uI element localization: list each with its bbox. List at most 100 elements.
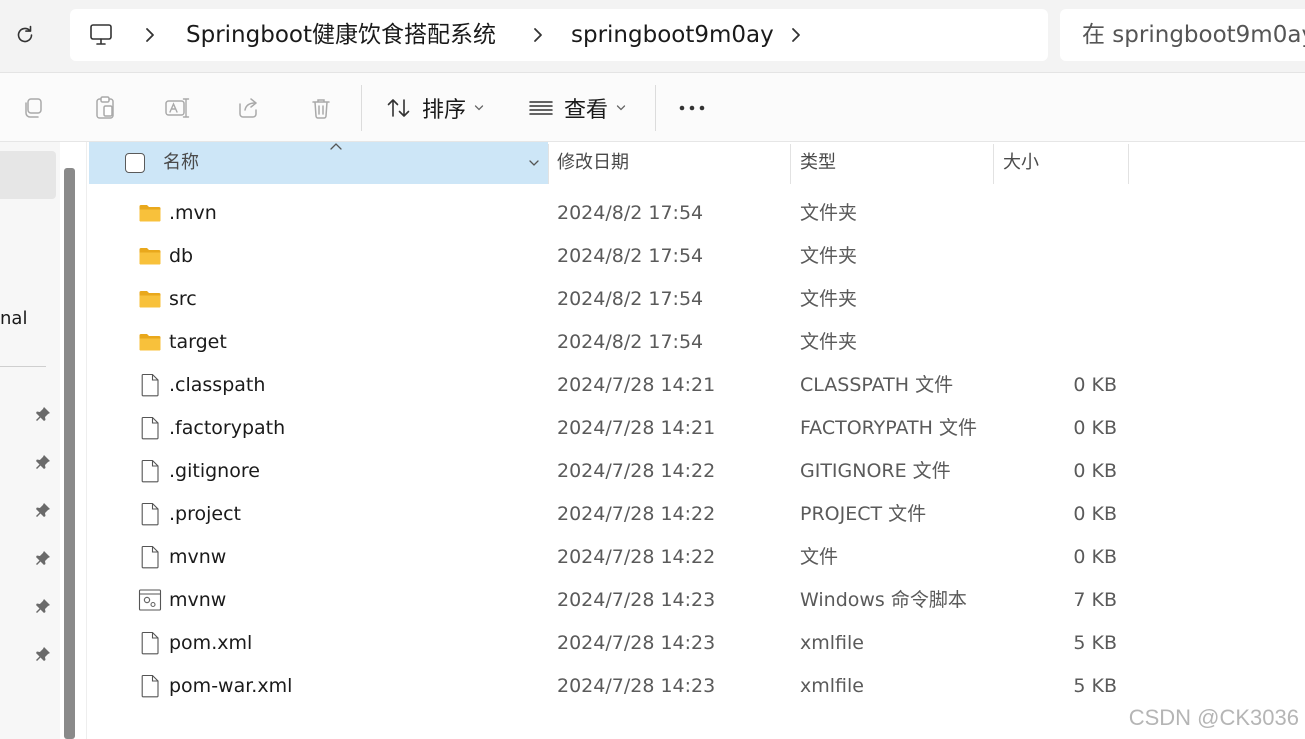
share-icon [239,98,257,118]
navigation-scrollbar[interactable] [64,168,75,739]
toolbar-divider [361,85,362,131]
list-item[interactable]: src 2024/8/2 17:54 文件夹 [87,277,1305,320]
toolbar-divider [655,85,656,131]
pin-icon[interactable] [34,597,52,615]
folder-icon [138,287,162,311]
refresh-button[interactable] [8,18,42,52]
rename-button[interactable] [160,91,194,125]
paste-button[interactable] [88,91,122,125]
select-all-checkbox[interactable] [125,153,145,173]
list-item[interactable]: mvnw 2024/7/28 14:23 Windows 命令脚本 7 KB [87,578,1305,621]
file-modified-date: 2024/7/28 14:23 [557,632,716,654]
share-button[interactable] [232,91,266,125]
list-item[interactable]: .factorypath 2024/7/28 14:21 FACTORYPATH 文… [87,406,1305,449]
list-item[interactable]: .gitignore 2024/7/28 14:22 GITIGNORE 文件 0 K… [87,449,1305,492]
file-modified-date: 2024/8/2 17:54 [557,288,704,310]
file-size: 5 KB [1073,675,1117,697]
search-input[interactable]: 在 springboot9m0ay 中搜索 [1060,9,1305,61]
file-type: 文件夹 [800,245,858,267]
this-pc-button[interactable] [86,21,116,49]
pin-icon[interactable] [34,405,52,423]
pin-icon[interactable] [34,645,52,663]
file-list: 名称 修改日期 类型 大小 .mvn 2024/8/2 17:54 文件夹 db 202… [86,142,1305,739]
column-divider[interactable] [548,144,549,184]
navigation-pane: nal [0,142,60,739]
list-item[interactable]: .project 2024/7/28 14:22 PROJECT 文件 0 KB [87,492,1305,535]
file-name: pom-war.xml [169,675,293,697]
file-modified-date: 2024/7/28 14:22 [557,460,716,482]
file-type: CLASSPATH 文件 [800,374,954,396]
file-modified-date: 2024/7/28 14:21 [557,417,716,439]
file-name: target [169,331,227,353]
column-divider[interactable] [993,144,994,184]
more-options-button[interactable] [675,91,709,125]
list-item[interactable]: pom-war.xml 2024/7/28 14:23 xmlfile 5 KB [87,664,1305,707]
file-type: 文件夹 [800,331,858,353]
sort-label: 排序 [422,98,467,123]
delete-button[interactable] [304,91,338,125]
column-name-label: 名称 [163,152,199,173]
command-toolbar: 排序 查看 [0,72,1305,142]
breadcrumb-item-folder[interactable]: springboot9m0ay [571,20,774,50]
file-name: src [169,288,197,310]
column-divider[interactable] [1128,144,1129,184]
list-item[interactable]: target 2024/8/2 17:54 文件夹 [87,320,1305,363]
file-name: .project [169,503,241,525]
breadcrumb-item-project[interactable]: Springboot健康饮食搭配系统 [186,20,496,50]
column-header-type[interactable]: 类型 [800,151,836,175]
file-explorer-window: Springboot健康饮食搭配系统 springboot9m0ay 在 spr… [0,0,1305,739]
refresh-icon [17,25,33,43]
file-type: 文件夹 [800,288,858,310]
file-size: 0 KB [1073,417,1117,439]
nav-item-label[interactable]: nal [0,308,27,329]
file-name: db [169,245,194,267]
file-modified-date: 2024/7/28 14:23 [557,589,716,611]
script-icon [138,588,162,612]
file-type: 文件 [800,546,839,568]
file-type: xmlfile [800,632,864,654]
file-modified-date: 2024/7/28 14:22 [557,503,716,525]
file-icon [138,416,162,440]
file-icon [138,459,162,483]
folder-icon [138,201,162,225]
sort-button[interactable]: 排序 [386,89,484,127]
file-size: 0 KB [1073,503,1117,525]
nav-divider [0,366,46,367]
watermark: CSDN @CK3036 [1128,705,1299,730]
breadcrumb-separator-icon[interactable] [140,25,160,45]
file-name: .mvn [169,202,217,224]
list-item[interactable]: .classpath 2024/7/28 14:21 CLASSPATH 文件 0 K… [87,363,1305,406]
file-type: GITIGNORE 文件 [800,460,951,482]
column-divider[interactable] [790,144,791,184]
list-item[interactable]: .mvn 2024/8/2 17:54 文件夹 [87,191,1305,234]
breadcrumb[interactable]: Springboot健康饮食搭配系统 springboot9m0ay [70,9,1048,61]
column-header-name[interactable] [89,142,548,184]
breadcrumb-expand-icon[interactable] [786,25,806,45]
file-name: mvnw [169,546,227,568]
column-header-date[interactable]: 修改日期 [557,151,629,175]
trash-icon [312,99,330,119]
column-header-row: 名称 修改日期 类型 大小 [87,142,1305,184]
file-modified-date: 2024/7/28 14:23 [557,675,716,697]
breadcrumb-separator-icon[interactable] [528,25,548,45]
pin-icon[interactable] [34,501,52,519]
chevron-down-icon[interactable] [527,156,541,170]
file-modified-date: 2024/8/2 17:54 [557,331,704,353]
copy-button[interactable] [16,91,50,125]
nav-item-selected[interactable] [0,151,56,199]
list-item[interactable]: pom.xml 2024/7/28 14:23 xmlfile 5 KB [87,621,1305,664]
more-icon [679,105,705,111]
list-item[interactable]: mvnw 2024/7/28 14:22 文件 0 KB [87,535,1305,578]
pin-icon[interactable] [34,453,52,471]
column-header-size[interactable]: 大小 [1003,151,1039,175]
list-item[interactable]: db 2024/8/2 17:54 文件夹 [87,234,1305,277]
view-button[interactable]: 查看 [528,89,626,127]
file-type: 文件夹 [800,202,858,224]
file-size: 0 KB [1073,546,1117,568]
file-modified-date: 2024/8/2 17:54 [557,245,704,267]
file-size: 5 KB [1073,632,1117,654]
file-name: .classpath [169,374,266,396]
pin-icon[interactable] [34,549,52,567]
file-type: xmlfile [800,675,864,697]
file-modified-date: 2024/8/2 17:54 [557,202,704,224]
